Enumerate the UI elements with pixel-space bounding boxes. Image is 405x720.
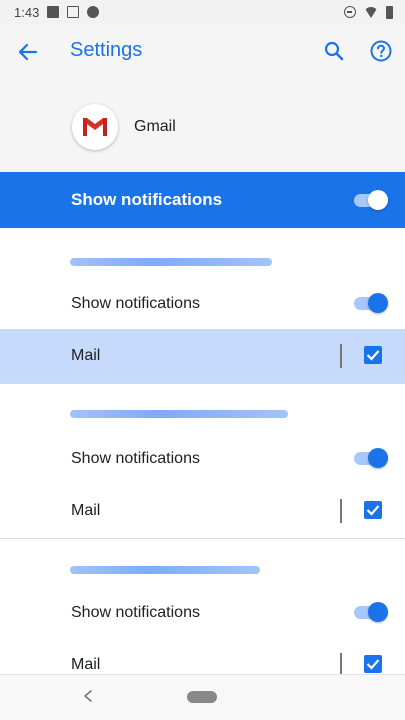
messenger-notification-icon: [87, 6, 100, 18]
gmail-logo-icon: [72, 104, 118, 150]
group-1-mail-row[interactable]: Mail: [0, 329, 405, 383]
nav-home-pill[interactable]: [187, 691, 217, 703]
status-bar: 1:43: [0, 0, 405, 24]
master-notifications-toggle[interactable]: [352, 190, 388, 210]
header: Settings Gmail: [0, 24, 405, 172]
help-icon[interactable]: [369, 39, 393, 63]
search-icon[interactable]: [322, 39, 346, 63]
toggle-thumb: [368, 293, 388, 313]
section-divider: [0, 538, 405, 539]
status-left: 1:43: [14, 4, 100, 20]
toggle-thumb: [368, 448, 388, 468]
group-3-show-notifications-toggle[interactable]: [352, 602, 388, 622]
group-1-show-notifications-label: Show notifications: [71, 295, 200, 312]
nav-back-icon[interactable]: [82, 689, 94, 703]
gmail-notification-icon: [67, 6, 80, 18]
group-2-mail-label: Mail: [71, 502, 101, 519]
master-notifications-label: Show notifications: [71, 190, 223, 209]
page-title: Settings: [70, 39, 143, 61]
group-2-show-notifications-label: Show notifications: [71, 450, 200, 467]
row-divider: [340, 344, 342, 368]
arrow-back-icon[interactable]: [14, 40, 42, 64]
status-time: 1:43: [14, 4, 40, 20]
channel-group-name-redacted: [70, 566, 260, 574]
app-row: Gmail: [0, 98, 405, 158]
do-not-disturb-icon: [344, 6, 356, 18]
navigation-bar: [0, 674, 405, 720]
section-divider: [0, 383, 405, 384]
app-name: Gmail: [134, 118, 176, 135]
status-right: [344, 5, 393, 19]
group-3-mail-checkbox[interactable]: [364, 655, 382, 673]
master-notifications-row[interactable]: Show notifications: [0, 172, 405, 228]
group-1-mail-label: Mail: [71, 347, 101, 364]
image-notification-icon: [47, 6, 60, 18]
group-2-show-notifications-toggle[interactable]: [352, 448, 388, 468]
group-1-mail-checkbox[interactable]: [364, 346, 382, 364]
battery-icon: [386, 5, 393, 19]
toggle-thumb: [368, 190, 388, 210]
group-3-mail-label: Mail: [71, 656, 101, 673]
wifi-icon: [364, 6, 378, 18]
toggle-thumb: [368, 602, 388, 622]
group-2-mail-checkbox[interactable]: [364, 501, 382, 519]
toolbar: Settings: [0, 24, 405, 80]
group-3-show-notifications-label: Show notifications: [71, 604, 200, 621]
group-2-mail-row[interactable]: Mail: [0, 484, 405, 538]
channel-group-name-redacted: [70, 410, 288, 418]
row-divider: [340, 499, 342, 523]
group-1-show-notifications-toggle[interactable]: [352, 293, 388, 313]
channel-group-name-redacted: [70, 258, 272, 266]
